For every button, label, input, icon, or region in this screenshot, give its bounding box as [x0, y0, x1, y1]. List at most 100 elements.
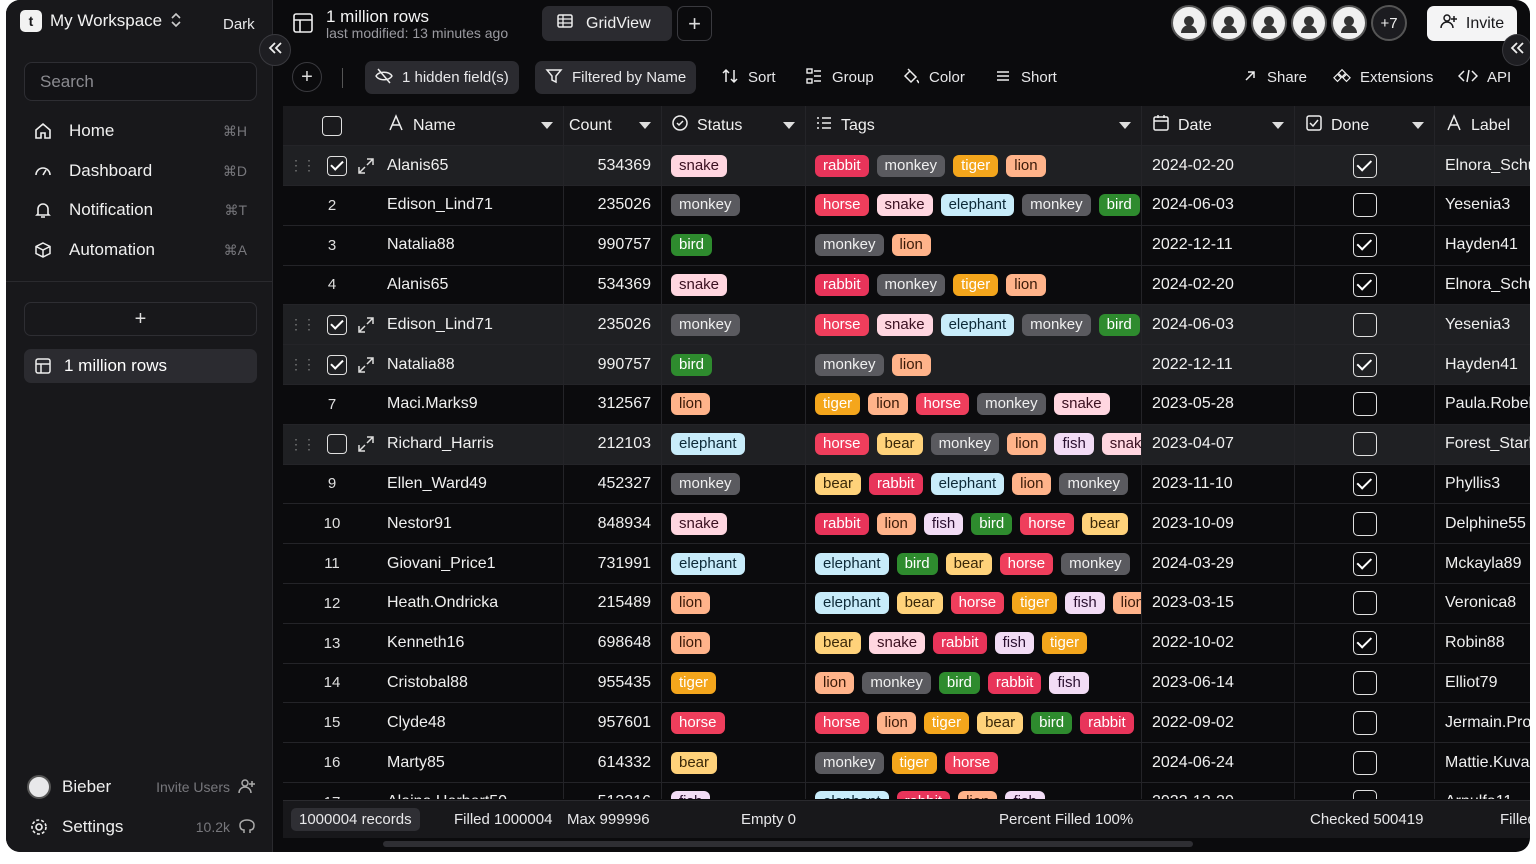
- stat-empty[interactable]: Empty 0: [741, 811, 796, 828]
- cell-count[interactable]: 513316: [564, 782, 662, 799]
- cell-tags[interactable]: elephant bear horse tiger fish lion: [806, 583, 1142, 623]
- row-index-cell[interactable]: 16: [283, 743, 381, 782]
- table-row[interactable]: 11 Giovani_Price1 731991 elephant elephant bi…: [283, 544, 1530, 584]
- caret-down-icon[interactable]: [783, 122, 795, 129]
- row-select-checkbox[interactable]: [327, 434, 347, 455]
- cell-count[interactable]: 614332: [564, 743, 662, 782]
- column-header-date[interactable]: Date: [1142, 106, 1295, 145]
- cell-done[interactable]: [1295, 345, 1435, 384]
- row-height-button[interactable]: Short: [984, 61, 1067, 94]
- column-header-done[interactable]: Done: [1295, 106, 1435, 145]
- done-checkbox[interactable]: [1352, 392, 1377, 417]
- color-button[interactable]: Color: [892, 61, 975, 94]
- cell-label[interactable]: Phyllis3: [1435, 464, 1530, 503]
- cell-tags[interactable]: monkey lion: [806, 225, 1142, 265]
- drag-handle-icon[interactable]: ⋮⋮: [289, 316, 316, 333]
- caret-down-icon[interactable]: [1412, 122, 1424, 129]
- cell-status[interactable]: monkey: [662, 305, 806, 345]
- table-row[interactable]: 2 Edison_Lind71 235026 monkey horse snake elep…: [283, 185, 1530, 226]
- row-index-cell[interactable]: 15: [283, 703, 381, 742]
- done-checkbox[interactable]: [1352, 750, 1377, 775]
- done-checkbox[interactable]: [1352, 193, 1377, 218]
- cell-name[interactable]: Cristobal88: [381, 663, 564, 703]
- cell-date[interactable]: 2023-03-15: [1142, 583, 1295, 623]
- cell-count[interactable]: 452327: [564, 464, 662, 504]
- horizontal-scrollbar[interactable]: [383, 841, 1193, 847]
- cell-status[interactable]: monkey: [662, 185, 806, 225]
- cell-tags[interactable]: tiger lion horse monkey snake: [806, 384, 1142, 424]
- cell-name[interactable]: Kenneth16: [381, 623, 564, 663]
- cell-done[interactable]: [1295, 663, 1435, 703]
- expand-icon[interactable]: [357, 157, 375, 175]
- search-input[interactable]: Search: [24, 62, 257, 101]
- github-stars[interactable]: 10.2k: [196, 817, 256, 838]
- row-index-cell[interactable]: 2: [283, 186, 381, 225]
- cell-tags[interactable]: monkey tiger horse: [806, 743, 1142, 782]
- cell-status[interactable]: monkey: [662, 464, 806, 504]
- table-row[interactable]: 4 Alanis65 534369 snake rabbit monkey tiger lio…: [283, 265, 1530, 306]
- cell-date[interactable]: 2023-05-28: [1142, 384, 1295, 424]
- avatar[interactable]: [1171, 5, 1207, 41]
- cell-name[interactable]: Ellen_Ward49: [381, 464, 564, 504]
- row-index-cell[interactable]: 3: [283, 226, 381, 265]
- cell-label[interactable]: Elliot79: [1435, 663, 1530, 702]
- cell-name[interactable]: Alaina.Herbert50: [381, 782, 564, 799]
- cell-tags[interactable]: horse snake elephant monkey bird: [806, 305, 1142, 345]
- cell-status[interactable]: snake: [662, 504, 806, 544]
- cell-label[interactable]: Mattie.Kuva: [1435, 743, 1530, 782]
- column-header-label[interactable]: Label: [1435, 106, 1530, 145]
- cell-date[interactable]: 2024-03-29: [1142, 544, 1295, 583]
- done-checkbox[interactable]: [1352, 272, 1377, 297]
- stat-max[interactable]: Max 999996: [567, 811, 650, 828]
- stat-filled-label[interactable]: Filled: [1500, 811, 1530, 828]
- cell-date[interactable]: 2023-11-10: [1142, 464, 1295, 504]
- cell-status[interactable]: fish: [662, 782, 806, 799]
- caret-down-icon[interactable]: [541, 122, 553, 129]
- cell-name[interactable]: Maci.Marks9: [381, 384, 564, 424]
- row-index-cell[interactable]: ⋮⋮: [283, 345, 381, 384]
- cell-count[interactable]: 534369: [564, 146, 662, 185]
- done-checkbox[interactable]: [1352, 551, 1377, 576]
- cell-label[interactable]: Delphine55: [1435, 504, 1530, 543]
- cell-done[interactable]: [1295, 544, 1435, 583]
- table-row[interactable]: ⋮⋮ Natalia88 990757 bird monkey lion 2022-12-1…: [283, 345, 1530, 385]
- expand-icon[interactable]: [357, 356, 375, 374]
- cell-count[interactable]: 990757: [564, 345, 662, 384]
- sort-button[interactable]: Sort: [711, 61, 786, 94]
- drag-handle-icon[interactable]: ⋮⋮: [289, 157, 316, 174]
- cell-tags[interactable]: elephant bird bear horse monkey: [806, 544, 1142, 583]
- sidebar-item-dashboard[interactable]: Dashboard ⌘D: [24, 153, 257, 189]
- workspace-switcher[interactable]: t My Workspace: [20, 10, 182, 32]
- row-select-checkbox[interactable]: [327, 314, 347, 335]
- cell-date[interactable]: 2022-10-02: [1142, 623, 1295, 663]
- cell-name[interactable]: Richard_Harris: [381, 424, 564, 464]
- cell-count[interactable]: 312567: [564, 384, 662, 424]
- table-row[interactable]: 3 Natalia88 990757 bird monkey lion 2022-12-11…: [283, 225, 1530, 266]
- caret-down-icon[interactable]: [1272, 122, 1284, 129]
- cell-tags[interactable]: rabbit monkey tiger lion: [806, 146, 1142, 185]
- caret-down-icon[interactable]: [1119, 122, 1131, 129]
- api-button[interactable]: API: [1448, 61, 1521, 94]
- user-profile[interactable]: Bieber Invite Users: [26, 772, 258, 802]
- cell-status[interactable]: elephant: [662, 544, 806, 583]
- cell-tags[interactable]: bear rabbit elephant lion monkey: [806, 464, 1142, 504]
- stat-percent-filled[interactable]: Percent Filled 100%: [999, 811, 1133, 828]
- done-checkbox[interactable]: [1352, 790, 1377, 799]
- cell-tags[interactable]: elephant rabbit lion fish: [806, 782, 1142, 799]
- row-index-cell[interactable]: 14: [283, 663, 381, 702]
- sidebar-item-automation[interactable]: Automation ⌘A: [24, 232, 257, 268]
- column-header-name[interactable]: Name: [381, 106, 564, 145]
- cell-name[interactable]: Alanis65: [381, 265, 564, 305]
- cell-tags[interactable]: rabbit lion fish bird horse bear: [806, 504, 1142, 544]
- cell-date[interactable]: 2023-04-07: [1142, 424, 1295, 464]
- share-button[interactable]: Share: [1232, 61, 1317, 94]
- add-view-button[interactable]: +: [677, 6, 712, 41]
- cell-name[interactable]: Nestor91: [381, 504, 564, 544]
- cell-label[interactable]: Mckayla89: [1435, 544, 1530, 583]
- cell-date[interactable]: 2022-12-20: [1142, 782, 1295, 799]
- sidebar-item-table[interactable]: 1 million rows: [24, 349, 257, 383]
- row-index-cell[interactable]: ⋮⋮: [283, 146, 381, 185]
- cell-count[interactable]: 957601: [564, 703, 662, 743]
- row-index-cell[interactable]: ⋮⋮: [283, 305, 381, 344]
- row-index-cell[interactable]: 7: [283, 385, 381, 424]
